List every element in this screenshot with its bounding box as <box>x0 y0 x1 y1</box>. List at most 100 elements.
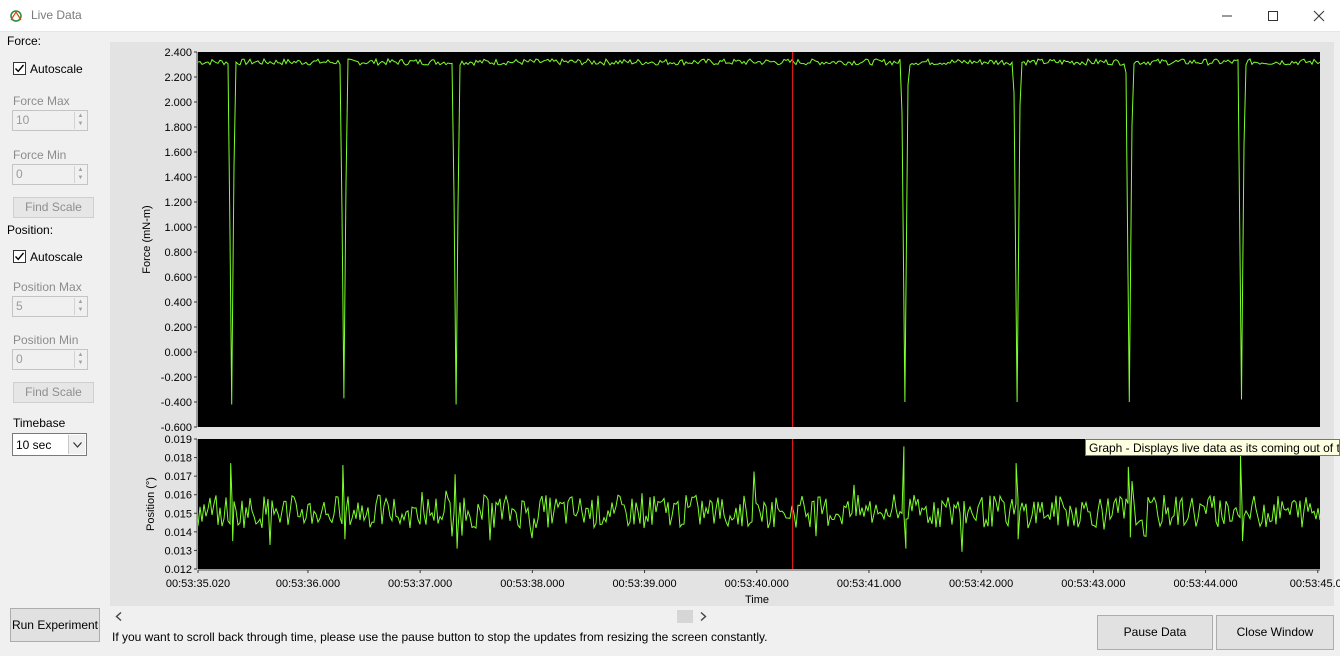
scroll-right-icon[interactable] <box>699 612 707 621</box>
position-min-stepper[interactable]: ▲ ▼ <box>74 351 86 368</box>
position-y-tick-label: 0.014 <box>164 527 192 539</box>
sidebar: Force: Autoscale Force Max 10 ▲ ▼ Force M… <box>0 32 110 656</box>
force-autoscale-checkbox[interactable] <box>13 62 26 75</box>
force-min-label: Force Min <box>13 148 67 162</box>
title-bar: Live Data <box>0 0 1340 32</box>
graph-panel[interactable]: 2.400 2.200 2.000 1.800 1.600 1.400 1.200 1.000… <box>110 42 1340 606</box>
position-section-label: Position: <box>7 223 54 237</box>
force-max-value: 10 <box>16 113 30 127</box>
close-window-x-button[interactable] <box>1296 0 1340 32</box>
maximize-icon <box>1268 11 1278 21</box>
x-tick-label: 00:53:39.000 <box>612 578 676 590</box>
checkmark-icon <box>14 64 25 73</box>
force-y-tick-label: 1.400 <box>164 172 192 184</box>
up-arrow-icon: ▲ <box>77 352 84 358</box>
position-max-input[interactable]: 5 ▲ ▼ <box>12 296 88 317</box>
close-window-button[interactable]: Close Window <box>1216 615 1334 650</box>
x-tick-label: 00:53:40.000 <box>725 578 789 590</box>
force-autoscale-label: Autoscale <box>30 62 83 76</box>
position-autoscale-label: Autoscale <box>30 250 83 264</box>
timebase-value: 10 sec <box>16 438 52 452</box>
x-tick-label: 00:53:44.000 <box>1173 578 1237 590</box>
down-arrow-icon: ▼ <box>77 307 84 313</box>
position-y-tick-label: 0.015 <box>164 508 192 520</box>
x-tick-label: 00:53:35.020 <box>166 578 230 590</box>
position-min-label: Position Min <box>13 333 79 347</box>
x-tick-label: 00:53:45.0 <box>1290 578 1340 590</box>
checkmark-icon <box>14 252 25 261</box>
force-y-tick-label: -0.600 <box>161 422 192 434</box>
position-autoscale-checkbox[interactable] <box>13 250 26 263</box>
down-arrow-icon: ▼ <box>77 360 84 366</box>
force-y-tick-label: 1.000 <box>164 222 192 234</box>
position-y-tick-label: 0.018 <box>164 453 192 465</box>
scrollbar-thumb[interactable] <box>677 610 693 623</box>
run-experiment-button[interactable]: Run Experiment <box>10 608 100 642</box>
position-y-tick-label: 0.019 <box>164 434 192 446</box>
position-find-scale-button[interactable]: Find Scale <box>13 382 94 403</box>
force-section-label: Force: <box>7 34 42 48</box>
force-y-tick-label: 0.600 <box>164 272 192 284</box>
force-y-tick-label: 1.600 <box>164 147 192 159</box>
up-arrow-icon: ▲ <box>77 113 84 119</box>
x-tick-label: 00:53:38.000 <box>500 578 564 590</box>
time-scrollbar[interactable] <box>112 608 710 625</box>
force-min-value: 0 <box>16 167 23 181</box>
scroll-hint-text: If you want to scroll back through time,… <box>112 630 768 644</box>
force-max-stepper[interactable]: ▲ ▼ <box>74 112 86 129</box>
chevron-down-icon <box>72 441 82 448</box>
force-y-tick-label: 1.200 <box>164 197 192 209</box>
position-y-axis-label: Position (°) <box>145 477 157 531</box>
minimize-icon <box>1222 15 1232 17</box>
position-y-tick-label: 0.017 <box>164 471 192 483</box>
x-tick-label: 00:53:37.000 <box>388 578 452 590</box>
down-arrow-icon: ▼ <box>77 175 84 181</box>
position-y-tick-label: 0.012 <box>164 564 192 576</box>
force-y-axis-label: Force (mN-m) <box>141 205 153 273</box>
force-y-tick-label: 2.200 <box>164 72 192 84</box>
x-tick-label: 00:53:43.000 <box>1061 578 1125 590</box>
x-tick-label: 00:53:42.000 <box>949 578 1013 590</box>
position-max-stepper[interactable]: ▲ ▼ <box>74 298 86 315</box>
minimize-button[interactable] <box>1204 0 1250 32</box>
force-y-tick-label: 0.400 <box>164 297 192 309</box>
graph[interactable]: 2.400 2.200 2.000 1.800 1.600 1.400 1.200 1.000… <box>110 42 1340 606</box>
pause-data-button[interactable]: Pause Data <box>1097 615 1213 650</box>
app-icon <box>10 10 22 22</box>
force-max-label: Force Max <box>13 94 70 108</box>
window-title: Live Data <box>31 8 82 22</box>
position-y-tick-label: 0.016 <box>164 490 192 502</box>
maximize-button[interactable] <box>1250 0 1296 32</box>
force-y-tick-label: -0.200 <box>161 372 192 384</box>
force-y-tick-label: -0.400 <box>161 397 192 409</box>
dropdown-button[interactable] <box>68 435 85 454</box>
up-arrow-icon: ▲ <box>77 167 84 173</box>
force-y-tick-label: 2.000 <box>164 97 192 109</box>
x-axis-label: Time <box>745 594 769 606</box>
position-min-input[interactable]: 0 ▲ ▼ <box>12 349 88 370</box>
scroll-left-icon[interactable] <box>115 612 123 621</box>
position-max-value: 5 <box>16 299 23 313</box>
position-plot-area <box>198 439 1320 569</box>
force-y-tick-label: 0.200 <box>164 322 192 334</box>
up-arrow-icon: ▲ <box>77 299 84 305</box>
force-min-stepper[interactable]: ▲ ▼ <box>74 166 86 183</box>
force-max-input[interactable]: 10 ▲ ▼ <box>12 110 88 131</box>
timebase-select[interactable]: 10 sec <box>12 433 87 456</box>
x-tick-label: 00:53:36.000 <box>276 578 340 590</box>
force-y-tick-label: 0.800 <box>164 247 192 259</box>
timebase-label: Timebase <box>13 416 66 430</box>
position-chart: 0.019 0.018 0.017 0.016 0.015 0.014 0.013 0.012… <box>145 434 1340 606</box>
force-y-tick-label: 0.000 <box>164 347 192 359</box>
position-max-label: Position Max <box>13 280 82 294</box>
position-y-tick-label: 0.013 <box>164 545 192 557</box>
x-tick-label: 00:53:41.000 <box>837 578 901 590</box>
force-find-scale-button[interactable]: Find Scale <box>13 197 94 218</box>
close-icon <box>1313 10 1325 22</box>
force-y-tick-label: 2.400 <box>164 47 192 59</box>
force-plot-area <box>198 52 1320 427</box>
force-chart: 2.400 2.200 2.000 1.800 1.600 1.400 1.200 1.000… <box>141 47 1321 434</box>
graph-tooltip: Graph - Displays live data as its coming… <box>1085 439 1340 456</box>
position-min-value: 0 <box>16 352 23 366</box>
force-min-input[interactable]: 0 ▲ ▼ <box>12 164 88 185</box>
